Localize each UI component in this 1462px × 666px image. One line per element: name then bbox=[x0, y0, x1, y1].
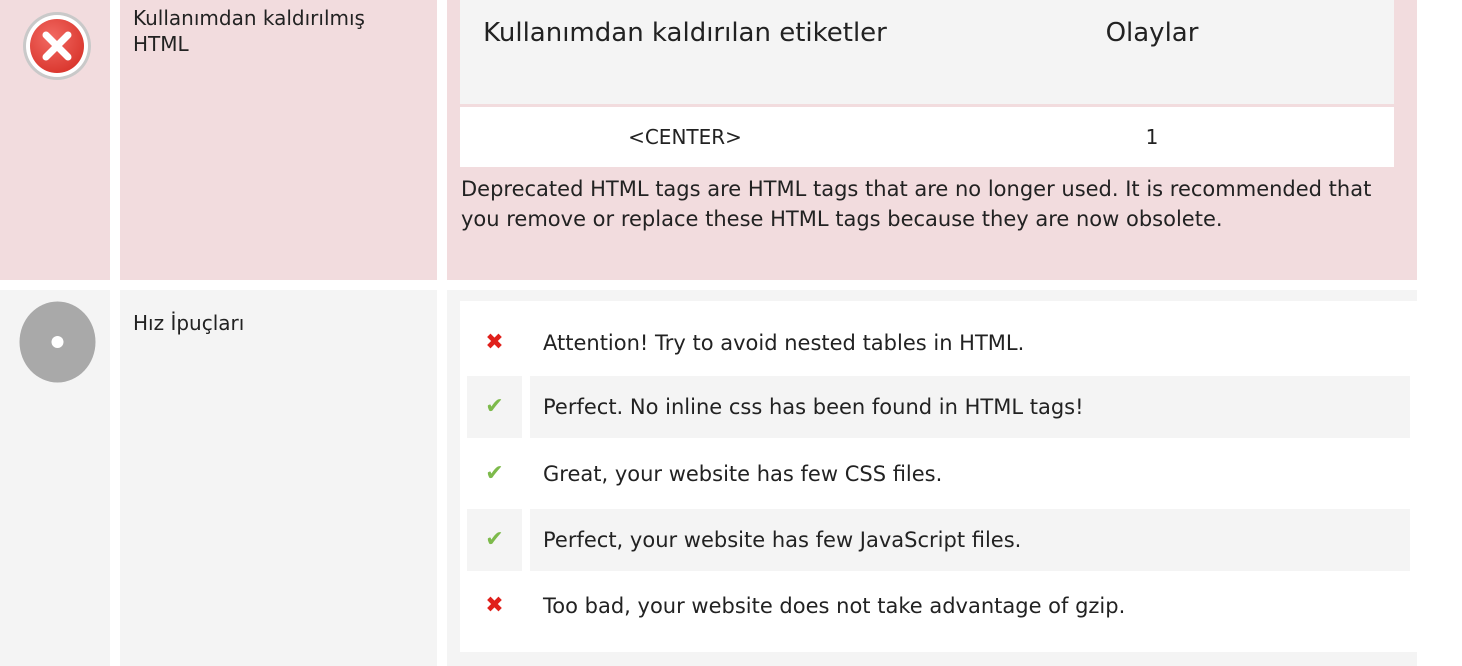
tip-text: Perfect. No inline css has been found in… bbox=[530, 376, 1410, 438]
tip-text: Great, your website has few CSS files. bbox=[543, 462, 943, 486]
list-item: ✖ Too bad, your website does not take ad… bbox=[467, 575, 1410, 637]
cross-icon: ✖ bbox=[485, 593, 504, 618]
neutral-status-icon bbox=[19, 301, 96, 383]
speed-tips-title: Hız İpuçları bbox=[133, 311, 245, 335]
tip-text: Perfect, your website has few JavaScript… bbox=[530, 509, 1410, 571]
seo-report-page: Kullanımdan kaldırılmış HTML Kullanımdan… bbox=[0, 0, 1462, 666]
cross-icon: ✖ bbox=[485, 330, 504, 355]
tips-list: ✖ Attention! Try to avoid nested tables … bbox=[460, 301, 1417, 652]
title-column: Kullanımdan kaldırılmış HTML bbox=[120, 0, 437, 280]
list-item: ✖ Attention! Try to avoid nested tables … bbox=[467, 312, 1410, 374]
deprecated-title: Kullanımdan kaldırılmış HTML bbox=[133, 6, 365, 56]
table-header: Kullanımdan kaldırılan etiketler Olaylar bbox=[460, 0, 1394, 104]
list-item: ✔ Great, your website has few CSS files. bbox=[467, 443, 1410, 505]
table-row: <CENTER> 1 bbox=[460, 107, 1394, 167]
header-occurrences: Olaylar bbox=[1105, 18, 1199, 48]
error-icon bbox=[23, 12, 91, 80]
deprecated-body: Kullanımdan kaldırılan etiketler Olaylar… bbox=[447, 0, 1417, 280]
check-icon: ✔ bbox=[467, 509, 522, 571]
check-icon: ✔ bbox=[467, 376, 522, 438]
deprecated-tags-table: Kullanımdan kaldırılan etiketler Olaylar… bbox=[460, 0, 1394, 167]
header-deprecated-tags: Kullanımdan kaldırılan etiketler bbox=[483, 18, 887, 48]
tag-cell: <CENTER> bbox=[628, 125, 742, 149]
list-item: ✔ Perfect. No inline css has been found … bbox=[467, 376, 1410, 438]
tip-text: Attention! Try to avoid nested tables in… bbox=[543, 331, 1025, 355]
check-icon: ✔ bbox=[485, 461, 504, 486]
count-cell: 1 bbox=[1145, 125, 1159, 149]
list-item: ✔ Perfect, your website has few JavaScri… bbox=[467, 509, 1410, 571]
tip-text: Too bad, your website does not take adva… bbox=[543, 594, 1126, 618]
speed-tips-body: ✖ Attention! Try to avoid nested tables … bbox=[447, 290, 1417, 666]
title-column: Hız İpuçları bbox=[120, 290, 437, 666]
deprecated-description: Deprecated HTML tags are HTML tags that … bbox=[461, 177, 1372, 231]
